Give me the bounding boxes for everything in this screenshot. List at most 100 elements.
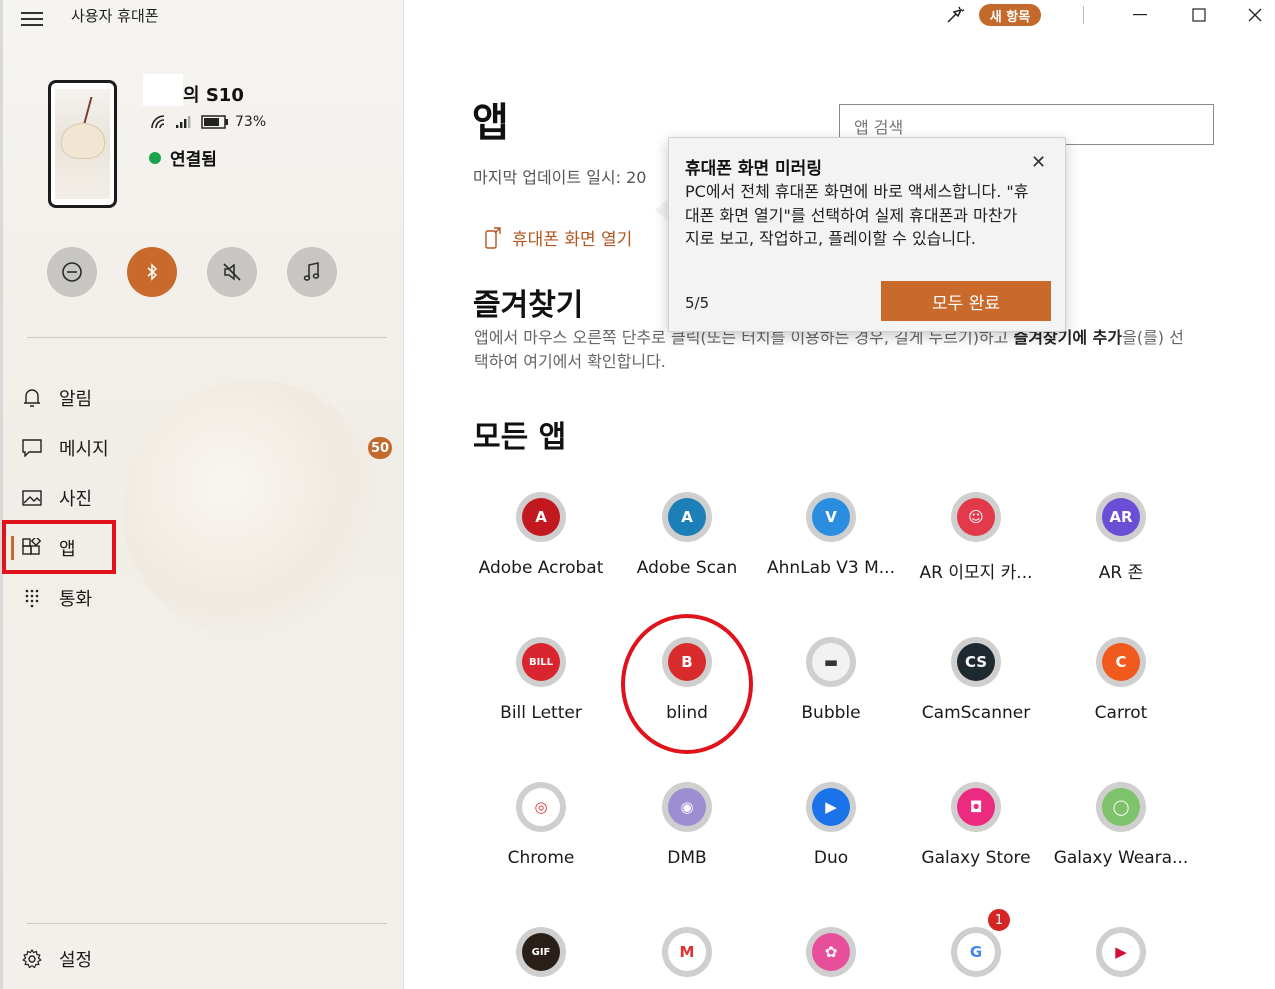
connection-status: 연결됨 xyxy=(149,145,217,170)
galaxy-store-icon: ◘ xyxy=(957,788,995,826)
camscanner-icon: CS xyxy=(957,643,995,681)
wifi-icon xyxy=(151,115,165,129)
open-phone-screen-label: 휴대폰 화면 열기 xyxy=(512,230,633,250)
app-label: Adobe Scan xyxy=(636,558,738,578)
sidebar-item-calls[interactable]: 통화 xyxy=(21,579,401,617)
device-status-row: 73% xyxy=(151,114,266,130)
app-icon-ring: ☺ xyxy=(951,492,1001,542)
adobe-scan-icon: A xyxy=(668,498,706,536)
gif-icon: GIF xyxy=(522,933,560,971)
app-label: Duo xyxy=(813,848,849,868)
photo-icon xyxy=(21,487,43,509)
mute-icon xyxy=(223,263,241,281)
new-items-badge[interactable]: 새 항목 xyxy=(979,4,1041,26)
app-icon-ring: ▶ xyxy=(1096,927,1146,977)
app-icon-ring: ◉ xyxy=(662,782,712,832)
dialpad-icon xyxy=(21,587,43,609)
annotation-highlight-rect xyxy=(2,520,116,574)
close-icon[interactable] xyxy=(1240,0,1270,30)
titlebar-separator xyxy=(1083,6,1084,24)
duo-icon: ▶ xyxy=(812,788,850,826)
app-icon-ring: C xyxy=(1096,637,1146,687)
mirroring-tooltip: 휴대폰 화면 미러링 ✕ PC에서 전체 휴대폰 화면에 바로 액세스합니다. … xyxy=(668,137,1066,332)
bubble-icon: ▬ xyxy=(812,643,850,681)
sidebar-divider xyxy=(27,923,387,924)
app-label: Galaxy Store xyxy=(921,848,1031,868)
feedback-brush-icon[interactable] xyxy=(940,0,970,30)
bill-letter-icon: BILL xyxy=(522,643,560,681)
battery-icon xyxy=(201,115,228,129)
device-name: 의 S10 xyxy=(183,85,244,106)
app-label: AR 이모지 카... xyxy=(919,563,1033,583)
message-icon xyxy=(21,437,43,459)
gallery-icon: ✿ xyxy=(812,933,850,971)
app-label: Galaxy Weara... xyxy=(1053,848,1189,868)
phone-thumbnail[interactable] xyxy=(48,80,117,208)
messages-count-badge: 50 xyxy=(368,437,392,459)
minimize-icon[interactable] xyxy=(1125,0,1155,30)
hamburger-menu-icon[interactable] xyxy=(21,12,43,26)
app-icon-ring: ▬ xyxy=(806,637,856,687)
sidebar-item-label: 메시지 xyxy=(59,439,109,460)
app-icon-ring: BILL xyxy=(516,637,566,687)
app-icon-ring: ✿ xyxy=(806,927,856,977)
bluetooth-icon xyxy=(147,263,158,281)
app-icon-ring: ◯ xyxy=(1096,782,1146,832)
chrome-icon: ◎ xyxy=(522,788,560,826)
sidebar-item-settings[interactable]: 설정 xyxy=(21,940,401,978)
ar-emoji-icon: ☺ xyxy=(957,498,995,536)
app-icon-ring: CS xyxy=(951,637,1001,687)
app-icon-ring: G xyxy=(951,927,1001,977)
sidebar-item-messages[interactable]: 메시지 xyxy=(21,429,401,467)
favorites-heading: 즐겨찾기 xyxy=(473,288,584,323)
ahnlab-icon: V xyxy=(812,498,850,536)
gmail-icon: M xyxy=(668,933,706,971)
app-icon-ring: ▶ xyxy=(806,782,856,832)
app-icon-ring: A xyxy=(662,492,712,542)
app-label: AR 존 xyxy=(1098,563,1144,583)
app-label: CamScanner xyxy=(921,703,1031,723)
open-phone-screen-link[interactable]: 휴대폰 화면 열기 xyxy=(484,225,632,250)
do-not-disturb-icon xyxy=(62,262,82,282)
sidebar-item-label: 설정 xyxy=(59,950,93,971)
app-icon-ring: M xyxy=(662,927,712,977)
tooltip-title: 휴대폰 화면 미러링 xyxy=(685,159,822,179)
all-apps-heading: 모든 앱 xyxy=(473,420,567,455)
play-movies-icon: ▶ xyxy=(1102,933,1140,971)
connected-dot-icon xyxy=(149,151,161,164)
app-notification-badge: 1 xyxy=(986,907,1012,933)
redacted-name xyxy=(143,74,183,106)
app-icon-ring: ◎ xyxy=(516,782,566,832)
app-label: Chrome xyxy=(507,848,575,868)
bell-icon xyxy=(21,387,43,409)
bluetooth-button[interactable] xyxy=(127,247,177,297)
do-not-disturb-button[interactable] xyxy=(47,247,97,297)
app-label: Bill Letter xyxy=(500,703,582,723)
app-label: Bubble xyxy=(801,703,861,723)
tooltip-close-icon[interactable]: ✕ xyxy=(1031,152,1046,173)
media-button[interactable] xyxy=(287,247,337,297)
sidebar-item-photos[interactable]: 사진 xyxy=(21,479,401,517)
connection-label: 연결됨 xyxy=(170,150,217,170)
app-icon-ring: V xyxy=(806,492,856,542)
annotation-circle xyxy=(621,614,753,754)
tooltip-step-count: 5/5 xyxy=(685,294,710,312)
app-label: Carrot xyxy=(1094,703,1148,723)
signal-icon xyxy=(176,116,191,128)
phone-mirror-icon xyxy=(485,226,501,249)
tooltip-pointer xyxy=(655,198,669,222)
app-icon-ring: ◘ xyxy=(951,782,1001,832)
finish-all-button[interactable]: 모두 완료 xyxy=(881,281,1051,321)
app-icon-ring: AR xyxy=(1096,492,1146,542)
sidebar: 사용자 휴대폰 의 S10 73% 연결됨 알림 메시지 50 사진 앱 통화 … xyxy=(0,0,404,989)
sidebar-item-notifications[interactable]: 알림 xyxy=(21,379,401,417)
last-update-text: 마지막 업데이트 일시: 20 xyxy=(473,168,647,187)
mute-button[interactable] xyxy=(207,247,257,297)
google-icon: G xyxy=(957,933,995,971)
dmb-icon: ◉ xyxy=(668,788,706,826)
acrobat-icon: A xyxy=(522,498,560,536)
app-icon-ring: GIF xyxy=(516,927,566,977)
tooltip-body: PC에서 전체 휴대폰 화면에 바로 액세스합니다. "휴대폰 화면 열기"를 … xyxy=(685,182,1029,248)
maximize-icon[interactable] xyxy=(1184,0,1214,30)
app-label: AhnLab V3 M... xyxy=(767,558,895,578)
